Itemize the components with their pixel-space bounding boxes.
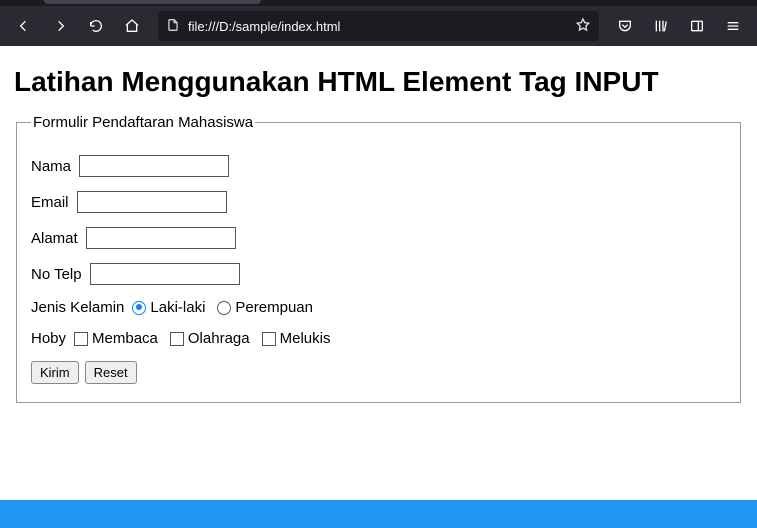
radio-female-icon: [217, 301, 231, 315]
row-alamat: Alamat: [31, 227, 726, 249]
arrow-right-icon: [52, 18, 68, 34]
input-telp[interactable]: [90, 263, 240, 285]
page-heading: Latihan Menggunakan HTML Element Tag INP…: [14, 66, 743, 98]
label-nama: Nama: [31, 158, 71, 175]
checkbox-option-olahraga[interactable]: Olahraga: [170, 330, 250, 347]
reset-button[interactable]: Reset: [85, 361, 137, 384]
checkbox-membaca-icon: [74, 332, 88, 346]
page-content: Latihan Menggunakan HTML Element Tag INP…: [0, 46, 757, 500]
pocket-icon: [617, 18, 633, 34]
radio-male-label: Laki-laki: [150, 299, 205, 316]
document-icon: [166, 18, 180, 35]
label-telp: No Telp: [31, 266, 82, 283]
radio-option-male[interactable]: Laki-laki: [132, 299, 205, 316]
url-text: file:///D:/sample/index.html: [188, 19, 567, 34]
library-button[interactable]: [645, 10, 677, 42]
radio-male-icon: [132, 301, 146, 315]
forward-button[interactable]: [44, 10, 76, 42]
menu-button[interactable]: [717, 10, 749, 42]
browser-tab[interactable]: Belajar Menggunakan HTML Elemen ✕: [44, 0, 261, 4]
back-button[interactable]: [8, 10, 40, 42]
address-bar[interactable]: file:///D:/sample/index.html: [158, 11, 599, 41]
browser-window: Belajar Menggunakan HTML Elemen ✕ + — ▢ …: [0, 0, 757, 500]
row-telp: No Telp: [31, 263, 726, 285]
row-email: Email: [31, 191, 726, 213]
input-nama[interactable]: [79, 155, 229, 177]
reload-button[interactable]: [80, 10, 112, 42]
sidebar-icon: [689, 18, 705, 34]
radio-female-label: Perempuan: [235, 299, 313, 316]
checkbox-olahraga-label: Olahraga: [188, 330, 250, 347]
bookmark-star-icon[interactable]: [575, 17, 591, 36]
tab-strip: Belajar Menggunakan HTML Elemen ✕ + — ▢ …: [0, 0, 757, 6]
form-fieldset: Formulir Pendaftaran Mahasiswa Nama Emai…: [16, 114, 741, 403]
input-alamat[interactable]: [86, 227, 236, 249]
checkbox-melukis-icon: [262, 332, 276, 346]
library-icon: [653, 18, 669, 34]
input-email[interactable]: [77, 191, 227, 213]
row-hoby: Hoby Membaca Olahraga Melukis: [31, 330, 726, 347]
reload-icon: [88, 18, 104, 34]
hamburger-icon: [725, 18, 741, 34]
label-jk: Jenis Kelamin: [31, 299, 124, 316]
arrow-left-icon: [16, 18, 32, 34]
checkbox-melukis-label: Melukis: [280, 330, 331, 347]
label-email: Email: [31, 194, 69, 211]
sidebar-button[interactable]: [681, 10, 713, 42]
pocket-button[interactable]: [609, 10, 641, 42]
checkbox-membaca-label: Membaca: [92, 330, 158, 347]
checkbox-option-melukis[interactable]: Melukis: [262, 330, 331, 347]
label-hoby: Hoby: [31, 330, 66, 347]
button-row: Kirim Reset: [31, 361, 726, 384]
row-jenis-kelamin: Jenis Kelamin Laki-laki Perempuan: [31, 299, 726, 316]
home-icon: [124, 18, 140, 34]
row-nama: Nama: [31, 155, 726, 177]
radio-option-female[interactable]: Perempuan: [217, 299, 313, 316]
label-alamat: Alamat: [31, 230, 78, 247]
submit-button[interactable]: Kirim: [31, 361, 79, 384]
form-legend: Formulir Pendaftaran Mahasiswa: [31, 114, 255, 131]
checkbox-olahraga-icon: [170, 332, 184, 346]
navigation-toolbar: file:///D:/sample/index.html: [0, 6, 757, 46]
checkbox-option-membaca[interactable]: Membaca: [74, 330, 158, 347]
new-tab-button[interactable]: +: [267, 0, 295, 3]
home-button[interactable]: [116, 10, 148, 42]
